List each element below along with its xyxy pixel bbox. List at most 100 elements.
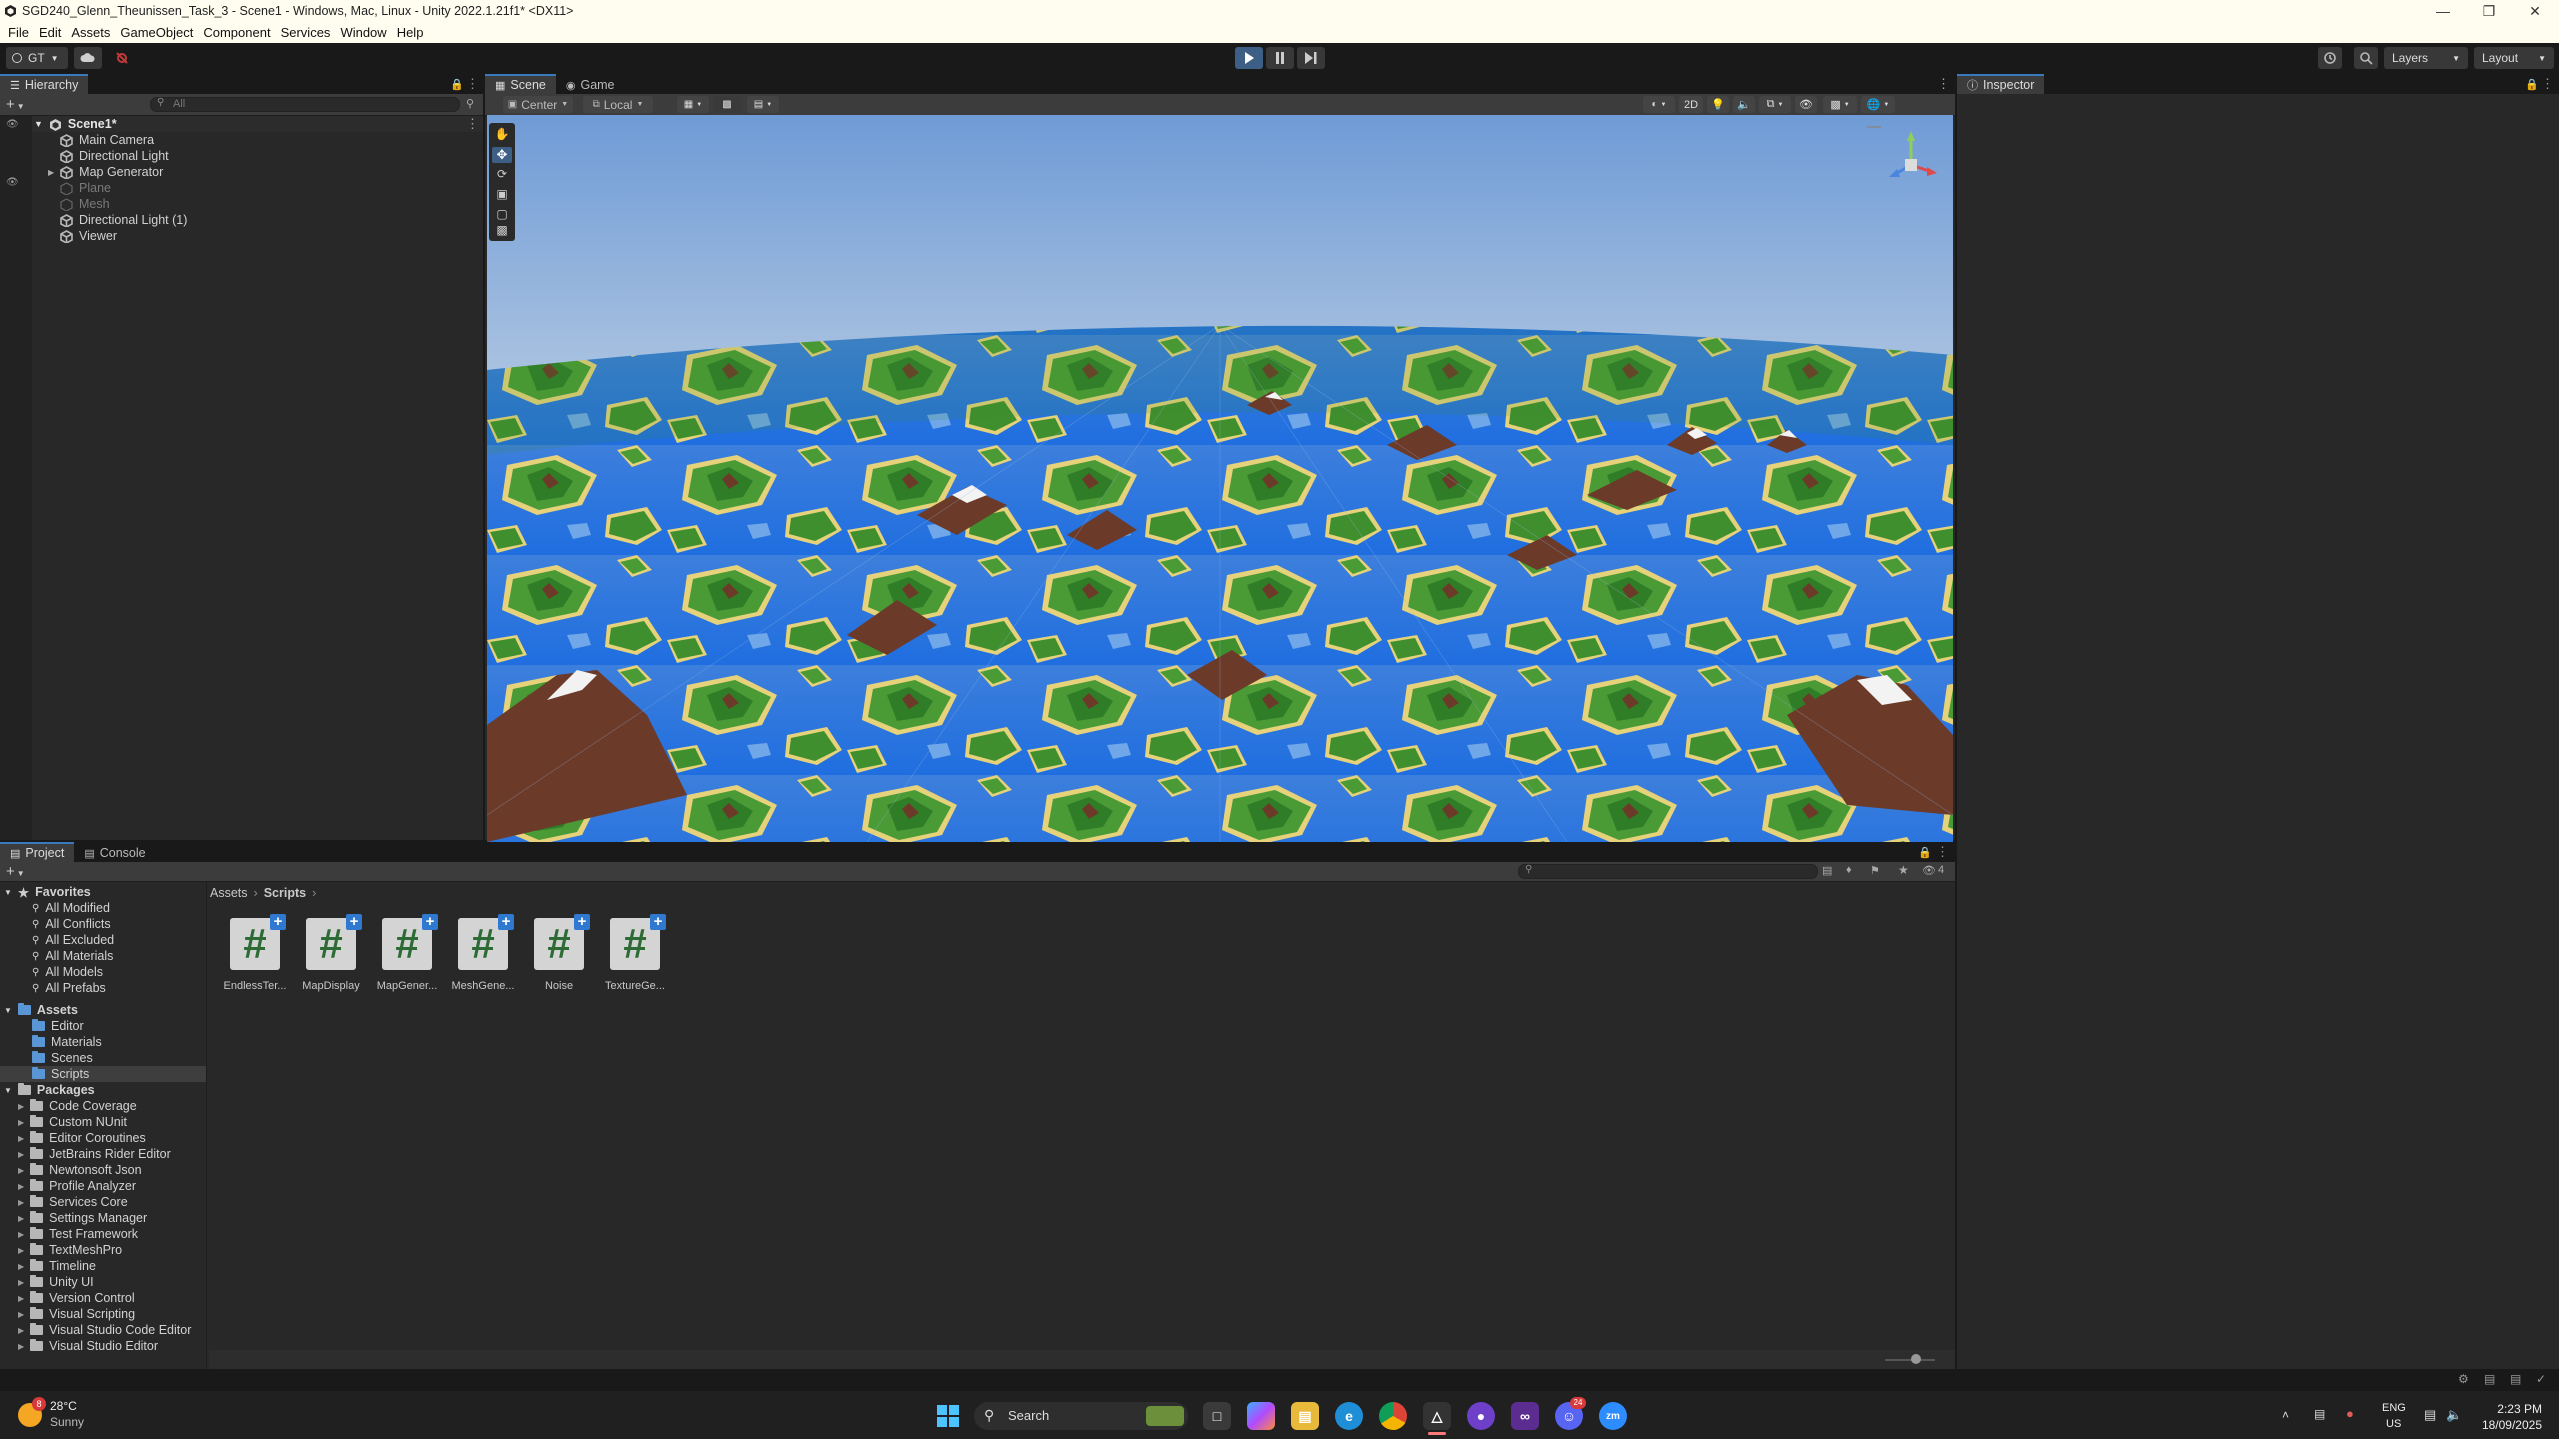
- breadcrumb-assets[interactable]: Assets: [210, 886, 248, 900]
- favorite-item[interactable]: ⚲ All Models: [32, 964, 103, 980]
- file-explorer-icon[interactable]: ▤: [1291, 1402, 1319, 1430]
- collapse-arrow-icon[interactable]: ▶: [18, 1310, 24, 1319]
- create-asset-button[interactable]: + ▼: [6, 863, 25, 880]
- tab-hierarchy[interactable]: ☰ Hierarchy: [0, 74, 89, 94]
- maximize-button[interactable]: ❐: [2466, 0, 2512, 22]
- scene-viewport[interactable]: ✋ ✥ ⟳ ▣ ▢ ▩: [487, 115, 1953, 842]
- lighting-toggle[interactable]: 💡: [1707, 96, 1729, 113]
- tab-project[interactable]: ▤ Project: [0, 842, 75, 862]
- chrome-icon[interactable]: [1379, 1402, 1407, 1430]
- github-desktop-icon[interactable]: ●: [1467, 1402, 1495, 1430]
- task-view-icon[interactable]: □: [1203, 1402, 1231, 1430]
- menu-component[interactable]: Component: [203, 25, 270, 40]
- menu-window[interactable]: Window: [340, 25, 386, 40]
- debug-icon[interactable]: ⚙: [2458, 1372, 2469, 1386]
- show-hidden-icons[interactable]: ˄: [2282, 1408, 2289, 1422]
- rotate-tool-icon[interactable]: ⟳: [492, 167, 512, 183]
- progress-icon[interactable]: ▤: [2510, 1372, 2521, 1386]
- more-options-icon[interactable]: ⋮: [2541, 76, 2554, 92]
- hidden-objects-toggle[interactable]: 👁: [1795, 96, 1817, 113]
- asset-folder[interactable]: Editor: [32, 1018, 84, 1034]
- account-dropdown[interactable]: GT ▼: [6, 47, 68, 69]
- package-folder[interactable]: ▶ Visual Studio Code Editor: [18, 1322, 191, 1338]
- scene-root[interactable]: ▼ Scene1*: [34, 116, 117, 132]
- collab-button[interactable]: [108, 47, 136, 69]
- tab-console[interactable]: ▤ Console: [74, 842, 156, 862]
- hand-tool-icon[interactable]: ✋: [492, 127, 512, 143]
- collapse-arrow-icon[interactable]: ▶: [18, 1134, 24, 1143]
- script-asset[interactable]: # +: [458, 914, 514, 970]
- collapse-arrow-icon[interactable]: ▶: [18, 1326, 24, 1335]
- favorite-item[interactable]: ⚲ All Excluded: [32, 932, 114, 948]
- breadcrumb-scripts[interactable]: Scripts: [264, 886, 306, 900]
- snap-increment-button[interactable]: ▩: [713, 96, 741, 113]
- script-asset[interactable]: # +: [382, 914, 438, 970]
- hidden-object-icon[interactable]: 👁: [6, 174, 19, 190]
- collapse-arrow-icon[interactable]: ▶: [18, 1342, 24, 1351]
- search-by-type-icon[interactable]: ▤: [1822, 864, 1832, 877]
- network-off-icon[interactable]: ▤: [2314, 1407, 2325, 1421]
- package-folder[interactable]: ▶ JetBrains Rider Editor: [18, 1146, 171, 1162]
- favorite-star-icon[interactable]: ★: [1898, 863, 1909, 877]
- collapse-arrow-icon[interactable]: ▶: [18, 1294, 24, 1303]
- asset-folder[interactable]: Scenes: [32, 1050, 93, 1066]
- collapse-arrow-icon[interactable]: ▶: [48, 168, 54, 177]
- hierarchy-item[interactable]: Directional Light: [60, 148, 169, 164]
- move-tool-icon[interactable]: ✥: [492, 147, 512, 163]
- package-folder[interactable]: ▶ Visual Studio Editor: [18, 1338, 158, 1354]
- undo-history-button[interactable]: [2318, 47, 2342, 69]
- tab-inspector[interactable]: ⓘ Inspector: [1957, 74, 2045, 94]
- more-options-icon[interactable]: ⋮: [466, 76, 479, 92]
- copilot-icon[interactable]: [1247, 1402, 1275, 1430]
- rect-tool-icon[interactable]: ▢: [492, 207, 512, 223]
- grid-snap-button[interactable]: ▦ ▼: [677, 96, 709, 113]
- collapse-arrow-icon[interactable]: ▶: [18, 1166, 24, 1175]
- space-local-dropdown[interactable]: ⧉ Local ▼: [583, 96, 653, 113]
- tab-scene[interactable]: ▦ Scene: [485, 74, 556, 94]
- menu-services[interactable]: Services: [281, 25, 331, 40]
- edge-browser-icon[interactable]: e: [1335, 1402, 1363, 1430]
- close-button[interactable]: ✕: [2512, 0, 2558, 22]
- favorite-item[interactable]: ⚲ All Modified: [32, 900, 110, 916]
- search-button[interactable]: [2354, 47, 2378, 69]
- minimize-button[interactable]: —: [2420, 0, 2466, 22]
- package-folder[interactable]: ▶ Newtonsoft Json: [18, 1162, 142, 1178]
- package-folder[interactable]: ▶ Visual Scripting: [18, 1306, 135, 1322]
- increment-snap-button[interactable]: ▤ ▼: [747, 96, 779, 113]
- search-by-label-icon[interactable]: ♦: [1846, 864, 1852, 876]
- search-filter-icon[interactable]: ⚲: [466, 97, 474, 110]
- volume-icon[interactable]: 🔈: [2446, 1407, 2462, 1423]
- taskbar-search[interactable]: ⚲ Search: [974, 1402, 1188, 1430]
- package-folder[interactable]: ▶ Profile Analyzer: [18, 1178, 136, 1194]
- asset-folder-selected[interactable]: Scripts: [32, 1066, 89, 1082]
- icon-size-slider[interactable]: [1885, 1359, 1935, 1361]
- menu-assets[interactable]: Assets: [71, 25, 110, 40]
- hierarchy-search-input[interactable]: ⚲ All: [150, 97, 460, 112]
- transform-tool-icon[interactable]: ▩: [492, 223, 512, 239]
- layout-dropdown[interactable]: Layout ▼: [2474, 47, 2554, 69]
- assets-header[interactable]: ▼ Assets: [4, 1002, 78, 1018]
- slider-thumb[interactable]: [1911, 1354, 1921, 1364]
- scale-tool-icon[interactable]: ▣: [492, 187, 512, 203]
- step-button[interactable]: [1297, 47, 1325, 69]
- tab-game[interactable]: ◉ Game: [555, 74, 625, 94]
- script-asset[interactable]: # +: [230, 914, 286, 970]
- more-options-icon[interactable]: ⋮: [1937, 76, 1950, 92]
- camera-settings-dropdown[interactable]: ▩ ▼: [1823, 96, 1857, 113]
- menu-gameobject[interactable]: GameObject: [120, 25, 193, 40]
- package-folder[interactable]: ▶ Custom NUnit: [18, 1114, 127, 1130]
- scene-menu-icon[interactable]: ⋮: [466, 116, 479, 132]
- collapse-arrow-icon[interactable]: ▶: [18, 1230, 24, 1239]
- package-folder[interactable]: ▶ Unity UI: [18, 1274, 94, 1290]
- collapse-arrow-icon[interactable]: ▶: [18, 1278, 24, 1287]
- project-search-input[interactable]: ⚲: [1518, 864, 1818, 879]
- menu-edit[interactable]: Edit: [39, 25, 61, 40]
- hierarchy-item[interactable]: ▶ Map Generator: [48, 164, 163, 180]
- hierarchy-item[interactable]: Main Camera: [60, 132, 154, 148]
- asset-folder[interactable]: Materials: [32, 1034, 102, 1050]
- collapse-arrow-icon[interactable]: ▶: [18, 1198, 24, 1207]
- cloud-button[interactable]: [74, 47, 102, 69]
- language-top[interactable]: ENG: [2382, 1402, 2406, 1414]
- collapse-arrow-icon[interactable]: ▶: [18, 1214, 24, 1223]
- toggle-2d-button[interactable]: 2D: [1679, 96, 1703, 113]
